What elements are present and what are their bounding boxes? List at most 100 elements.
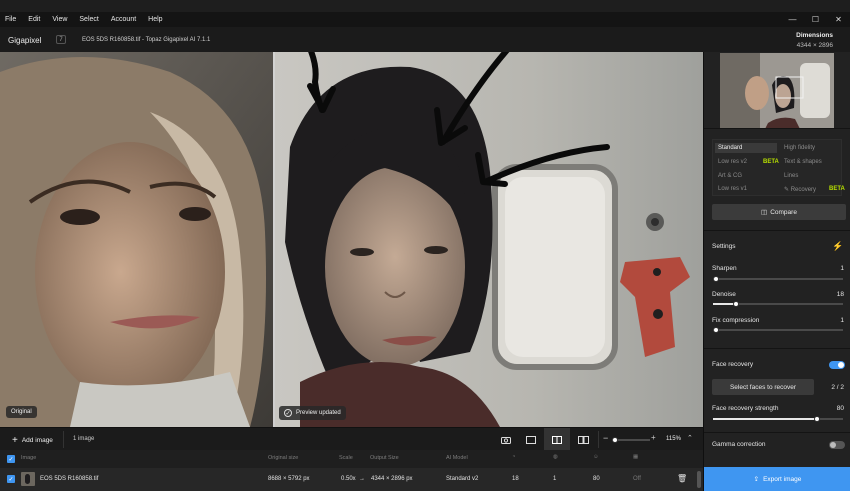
check-circle-icon: ✓: [284, 409, 292, 417]
face-strength-slider[interactable]: [713, 416, 843, 422]
settings-title: Settings: [712, 243, 736, 250]
fix-compression-slider[interactable]: [713, 327, 843, 333]
chevron-up-icon[interactable]: ⌃: [687, 434, 693, 442]
lightning-icon[interactable]: ⚡: [832, 241, 843, 252]
compare-button[interactable]: ◫ Compare: [712, 204, 846, 220]
slider-knob[interactable]: [713, 276, 719, 282]
original-label: Original: [6, 406, 37, 418]
model-high-fidelity[interactable]: High fidelity: [784, 145, 815, 151]
face-recovery-label: Face recovery: [712, 361, 754, 368]
menu-edit[interactable]: Edit: [22, 16, 46, 23]
dimensions-label: Dimensions: [796, 32, 833, 39]
add-image-button[interactable]: + Add image: [12, 435, 53, 446]
header-image: Image: [21, 455, 37, 461]
gamma-correction-label: Gamma correction: [712, 441, 766, 448]
select-all-checkbox[interactable]: ✓: [7, 455, 15, 463]
toggle-knob: [838, 362, 844, 368]
close-button[interactable]: ✕: [827, 12, 850, 27]
denoise-column-icon: ◍: [553, 454, 558, 460]
row-checkbox[interactable]: ✓: [7, 475, 15, 483]
slider-knob[interactable]: [733, 301, 739, 307]
queue-table-header: ✓ Image Original size Scale Output Size …: [0, 450, 703, 468]
menu-file[interactable]: File: [0, 16, 22, 23]
navigator-thumbnail[interactable]: [720, 53, 834, 129]
recovery-icon: ✎: [784, 187, 790, 193]
zoom-out-icon[interactable]: −: [603, 433, 608, 443]
split-view-icon[interactable]: [544, 428, 570, 451]
sharpen-label: Sharpen: [712, 265, 737, 272]
beta-badge: BETA: [829, 186, 845, 192]
plus-icon: +: [12, 435, 18, 446]
export-label: Export image: [763, 475, 802, 483]
model-recovery-label: Recovery: [790, 187, 817, 193]
sharpen-value[interactable]: 1: [840, 265, 844, 272]
output-size[interactable]: 4344 × 2896 px: [371, 476, 413, 482]
face-recovery-toggle[interactable]: [829, 361, 845, 369]
trash-icon[interactable]: 🗑: [677, 474, 687, 483]
zoom-slider[interactable]: [612, 437, 650, 443]
side-by-side-icon[interactable]: [570, 428, 596, 451]
preview-status-text: Preview updated: [296, 410, 341, 416]
camera-icon[interactable]: [493, 428, 519, 451]
maximize-button[interactable]: ☐: [804, 12, 827, 27]
menu-help[interactable]: Help: [142, 16, 168, 23]
single-view-icon[interactable]: [518, 428, 544, 451]
denoise-cell: 1: [553, 476, 557, 482]
slider-knob[interactable]: [612, 437, 618, 443]
file-thumbnail: [21, 472, 35, 486]
divider: [63, 431, 64, 448]
zoom-in-icon[interactable]: +: [651, 433, 656, 442]
face-strength-value[interactable]: 80: [837, 405, 844, 412]
model-recovery[interactable]: ✎ Recovery: [784, 186, 816, 193]
title-bar: Gigapixel 7 EOS 5DS R160858.tif - Topaz …: [0, 27, 850, 52]
menu-select[interactable]: Select: [73, 16, 104, 23]
zoom-value[interactable]: 115%: [666, 436, 681, 442]
slider-knob[interactable]: [814, 416, 820, 422]
ai-model[interactable]: Standard v2: [446, 476, 478, 482]
table-row[interactable]: ✓ EOS 5DS R160858.tif 8688 × 5792 px 0.5…: [0, 468, 703, 491]
comparison-divider[interactable]: [273, 52, 275, 427]
image-count: 1 image: [73, 436, 95, 442]
denoise-slider[interactable]: [713, 301, 843, 307]
divider: [704, 230, 850, 231]
menu-view[interactable]: View: [46, 16, 73, 23]
header-ai-model: AI Model: [446, 455, 468, 461]
gamma-column-icon: ▦: [633, 454, 639, 460]
slider-fill: [713, 418, 817, 420]
slider-knob[interactable]: [713, 327, 719, 333]
gamma-correction-toggle[interactable]: [829, 441, 845, 449]
denoise-value[interactable]: 18: [837, 291, 844, 298]
export-image-button[interactable]: ⇪ Export image: [704, 467, 850, 491]
header-output-size: Output Size: [370, 455, 399, 461]
face-cell: 80: [593, 476, 600, 482]
file-name: EOS 5DS R160858.tif: [40, 476, 99, 482]
minimize-button[interactable]: —: [781, 12, 804, 27]
menu-account[interactable]: Account: [105, 16, 142, 23]
model-low-res-v1[interactable]: Low res v1: [718, 186, 747, 192]
image-preview[interactable]: Original ✓ Preview updated: [0, 52, 703, 427]
export-icon: ⇪: [753, 476, 760, 483]
bottom-toolbar: + Add image 1 image − + 115% ⌃: [0, 427, 703, 451]
original-size: 8688 × 5792 px: [268, 476, 310, 482]
dimensions-value: 4344 × 2896: [796, 42, 833, 49]
model-text-shapes[interactable]: Text & shapes: [784, 159, 822, 165]
app-name: Gigapixel: [8, 36, 42, 45]
divider: [704, 128, 850, 129]
preview-status-badge: ✓ Preview updated: [279, 406, 346, 420]
select-faces-button[interactable]: Select faces to recover: [712, 379, 814, 395]
beta-badge: BETA: [763, 159, 779, 165]
model-low-res-v2[interactable]: Low res v2: [718, 159, 747, 165]
model-lines[interactable]: Lines: [784, 173, 798, 179]
model-art-cg[interactable]: Art & CG: [718, 173, 742, 179]
model-standard[interactable]: Standard: [715, 143, 777, 153]
version-badge[interactable]: 7: [56, 35, 66, 44]
fix-compression-value[interactable]: 1: [840, 317, 844, 324]
scrollbar[interactable]: [697, 471, 701, 488]
sharpen-column-icon: ◔: [512, 454, 516, 460]
photo-preview: [0, 52, 703, 427]
denoise-label: Denoise: [712, 291, 736, 298]
scale-value[interactable]: 0.50x: [341, 476, 356, 482]
sharpen-slider[interactable]: [713, 276, 843, 282]
sharpen-cell: 18: [512, 476, 519, 482]
divider: [704, 348, 850, 349]
